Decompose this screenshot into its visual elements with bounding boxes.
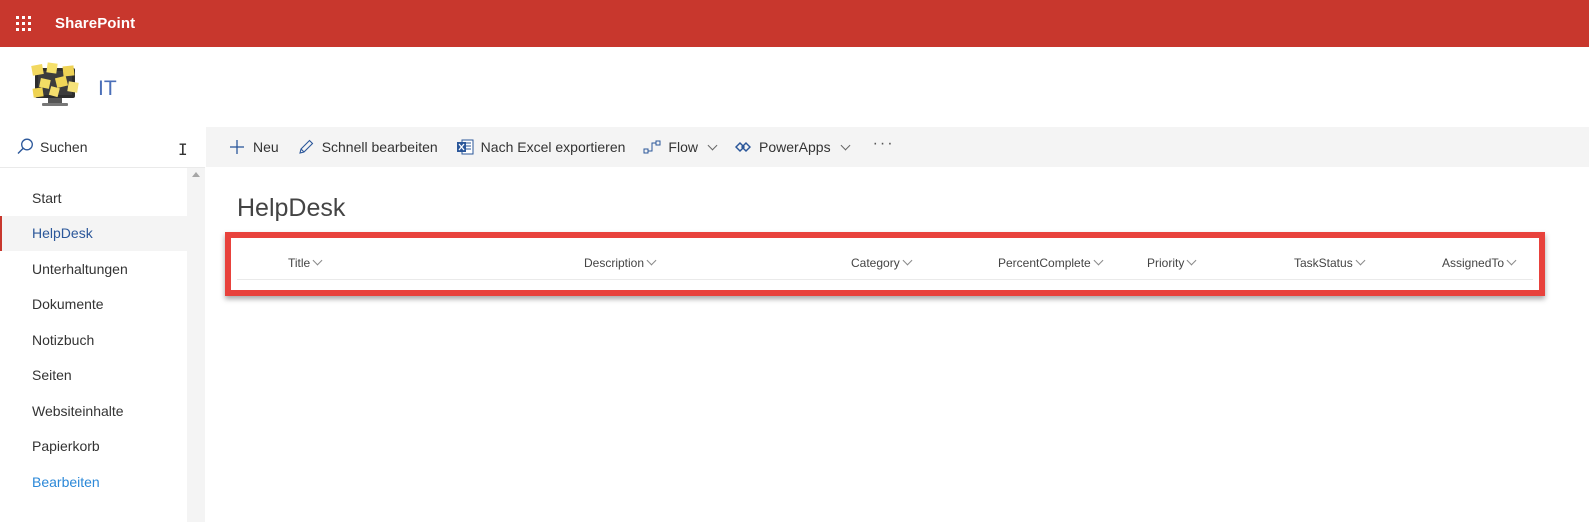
scroll-up-arrow-icon[interactable]: [192, 172, 200, 177]
nav-item-label: Websiteinhalte: [32, 402, 124, 419]
site-header: IT: [0, 47, 1589, 127]
quick-edit-button-label: Schnell bearbeiten: [321, 139, 438, 155]
nav-edit-link[interactable]: Bearbeiten: [0, 464, 187, 500]
powerapps-button-label: PowerApps: [758, 139, 831, 155]
nav-scrollbar[interactable]: [187, 168, 205, 522]
export-excel-button[interactable]: Nach Excel exportieren: [456, 127, 634, 167]
nav-item-label: Bearbeiten: [32, 473, 100, 490]
nav-item-label: Unterhaltungen: [32, 260, 128, 277]
chevron-down-icon: [707, 140, 718, 150]
nav-item-helpdesk[interactable]: HelpDesk: [0, 215, 187, 251]
nav-item-papierkorb[interactable]: Papierkorb: [0, 429, 187, 465]
highlight-annotation-frame: [225, 232, 1545, 296]
brand-link[interactable]: SharePoint: [55, 15, 135, 32]
nav-item-label: Start: [32, 189, 62, 206]
site-logo[interactable]: [30, 62, 80, 110]
search-box[interactable]: I: [0, 127, 205, 168]
flow-menu-button[interactable]: Flow: [643, 127, 724, 167]
quick-edit-button[interactable]: Schnell bearbeiten: [297, 127, 446, 167]
nav-item-label: Seiten: [32, 367, 72, 384]
sticky-notes-monitor-icon: [31, 62, 79, 106]
powerapps-menu-button[interactable]: PowerApps: [734, 127, 857, 167]
search-icon: [15, 137, 35, 157]
page-title: HelpDesk: [237, 194, 346, 222]
powerapps-icon: [734, 138, 752, 156]
nav-item-label: Notizbuch: [32, 331, 95, 348]
text-cursor-icon: I: [178, 140, 188, 159]
command-bar: Neu Schnell bearbeiten Nach Excel export…: [206, 127, 1589, 167]
excel-icon: [456, 138, 474, 156]
pencil-icon: [297, 138, 315, 156]
search-input[interactable]: [40, 139, 170, 155]
nav-item-label: Papierkorb: [32, 438, 100, 455]
nav-list: Start HelpDesk Unterhaltungen Dokumente …: [0, 180, 187, 500]
suite-bar: SharePoint: [0, 0, 1589, 47]
left-navigation: I Start HelpDesk Unterhaltungen Dokument…: [0, 127, 205, 522]
flow-icon: [643, 138, 661, 156]
site-title[interactable]: IT: [98, 77, 117, 101]
new-button[interactable]: Neu: [228, 127, 287, 167]
nav-item-notizbuch[interactable]: Notizbuch: [0, 322, 187, 358]
waffle-icon: [16, 16, 31, 31]
nav-item-label: HelpDesk: [32, 225, 93, 242]
more-options-button[interactable]: ···: [873, 135, 895, 159]
nav-item-label: Dokumente: [32, 296, 104, 313]
flow-button-label: Flow: [668, 139, 698, 155]
nav-item-dokumente[interactable]: Dokumente: [0, 287, 187, 323]
app-launcher-button[interactable]: [0, 0, 47, 47]
plus-icon: [228, 138, 246, 156]
new-button-label: Neu: [253, 139, 279, 155]
export-excel-button-label: Nach Excel exportieren: [480, 139, 626, 155]
nav-item-seiten[interactable]: Seiten: [0, 358, 187, 394]
nav-item-websiteinhalte[interactable]: Websiteinhalte: [0, 393, 187, 429]
chevron-down-icon: [840, 140, 851, 150]
nav-item-start[interactable]: Start: [0, 180, 187, 216]
nav-item-unterhaltungen[interactable]: Unterhaltungen: [0, 251, 187, 287]
